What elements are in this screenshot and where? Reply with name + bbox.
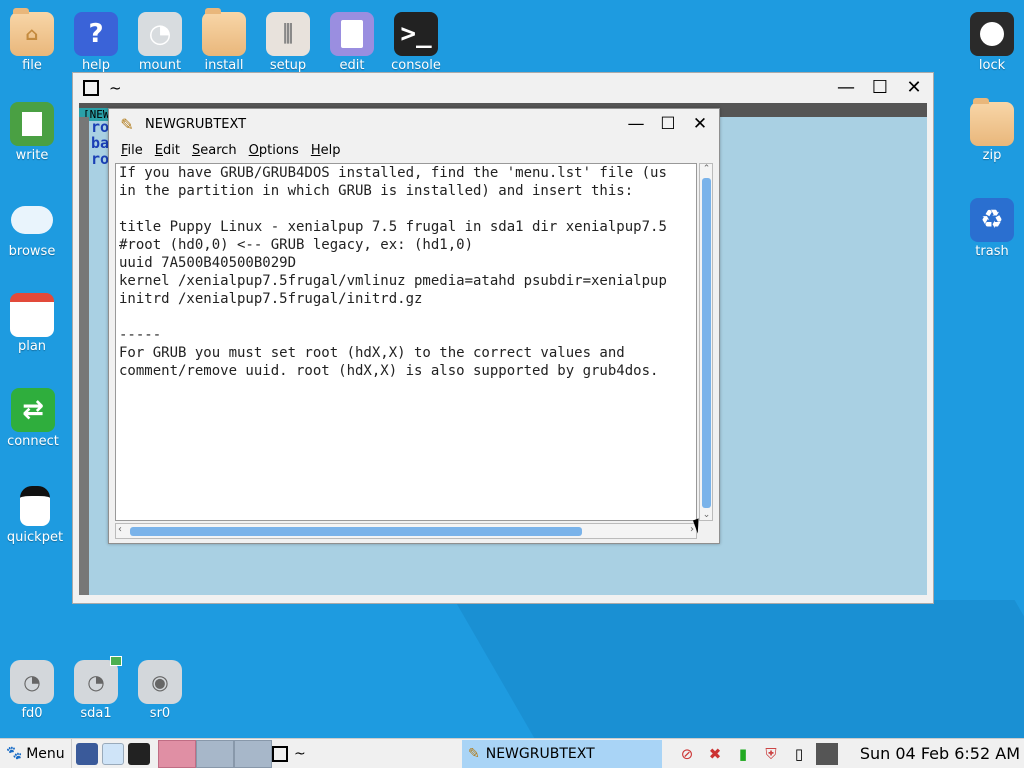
quicklaunch-filemanager-icon[interactable] bbox=[75, 742, 98, 765]
maximize-button[interactable]: ☐ bbox=[871, 79, 889, 97]
close-button[interactable]: ✕ bbox=[905, 79, 923, 97]
window-icon bbox=[272, 745, 288, 762]
scroll-up-icon[interactable]: ⌃ bbox=[701, 164, 712, 174]
editor-close-button[interactable]: ✕ bbox=[691, 114, 709, 134]
desktop-icon-console[interactable]: >_ console bbox=[385, 12, 447, 73]
desktop-icon-help[interactable]: ? help bbox=[65, 12, 127, 73]
lock-icon bbox=[970, 12, 1014, 56]
terminal-line: ba bbox=[91, 134, 110, 152]
desktop-drive-sr0[interactable]: ◉ sr0 bbox=[129, 660, 191, 721]
vertical-scrollbar[interactable]: ⌃ ⌄ bbox=[699, 163, 713, 521]
desktop-icon-trash[interactable]: ♻ trash bbox=[961, 198, 1023, 259]
scroll-right-icon[interactable]: › bbox=[690, 524, 694, 535]
pen-icon: ✎ bbox=[120, 114, 134, 134]
storage-icon[interactable]: ▮ bbox=[732, 743, 754, 765]
desktop-icon-install[interactable]: install bbox=[193, 8, 255, 73]
network-disconnected-icon[interactable]: ✖ bbox=[704, 743, 726, 765]
desktop-icon-mount[interactable]: ◔ mount bbox=[129, 12, 191, 73]
terminal-leftbar bbox=[79, 117, 89, 595]
terminal-icon: >_ bbox=[394, 12, 438, 56]
editor-minimize-button[interactable]: — bbox=[627, 114, 645, 134]
desktop-pager-1[interactable] bbox=[157, 739, 196, 768]
firewall-shield-icon[interactable]: ⛨ bbox=[760, 743, 782, 765]
question-icon: ? bbox=[74, 12, 118, 56]
scroll-left-icon[interactable]: ‹ bbox=[118, 524, 122, 535]
desktop-drive-fd0[interactable]: ◔ fd0 bbox=[1, 660, 63, 721]
volume-muted-icon[interactable]: ⊘ bbox=[676, 743, 698, 765]
horizontal-scroll-thumb[interactable] bbox=[130, 527, 582, 536]
optical-drive-icon: ◉ bbox=[138, 660, 182, 704]
cloud-icon bbox=[10, 198, 54, 242]
editor-menubar: File Edit Search Options Help bbox=[109, 139, 719, 161]
drive-icon: ◔ bbox=[138, 12, 182, 56]
clock[interactable]: Sun 04 Feb 6:52 AM bbox=[860, 744, 1020, 763]
quicklaunch-terminal-icon[interactable] bbox=[127, 742, 150, 765]
dog-icon bbox=[13, 484, 57, 528]
calendar-icon: 12 bbox=[10, 293, 54, 337]
desktop-icon-plan[interactable]: 12 plan bbox=[1, 293, 63, 354]
cpu-monitor-icon[interactable] bbox=[816, 742, 838, 765]
menu-help[interactable]: Help bbox=[305, 143, 347, 158]
puppy-logo-icon: 🐾 bbox=[6, 746, 23, 761]
text-editor-icon bbox=[330, 12, 374, 56]
window-icon bbox=[83, 80, 99, 96]
desktop-icon-zip[interactable]: zip bbox=[961, 98, 1023, 163]
start-menu-button[interactable]: 🐾 Menu bbox=[0, 738, 72, 768]
clipboard-icon[interactable]: ▯ bbox=[788, 743, 810, 765]
floppy-drive-icon: ◔ bbox=[10, 660, 54, 704]
editor-titlebar[interactable]: ✎ NEWGRUBTEXT — ☐ ✕ bbox=[109, 109, 719, 139]
desktop-icon-setup[interactable]: ⫼ setup bbox=[257, 12, 319, 73]
desktop-wallpaper-shape bbox=[454, 600, 1024, 740]
terminal-line: ro bbox=[91, 118, 110, 136]
terminal-line: ro bbox=[91, 150, 110, 168]
terminal-title: ~ bbox=[109, 79, 122, 97]
desktop-icon-edit[interactable]: edit bbox=[321, 12, 383, 73]
desktop-pager-2[interactable] bbox=[195, 739, 234, 768]
menu-search[interactable]: Search bbox=[186, 143, 243, 158]
hard-drive-icon: ◔ bbox=[74, 656, 122, 704]
box-icon bbox=[202, 8, 246, 56]
quicklaunch-browser-icon[interactable] bbox=[101, 742, 124, 765]
minimize-button[interactable]: — bbox=[837, 79, 855, 97]
editor-window[interactable]: ✎ NEWGRUBTEXT — ☐ ✕ File Edit Search Opt… bbox=[108, 108, 720, 544]
horizontal-scrollbar[interactable]: ‹ › bbox=[115, 523, 697, 539]
vertical-scroll-thumb[interactable] bbox=[702, 178, 711, 508]
sliders-icon: ⫼ bbox=[266, 12, 310, 56]
menu-options[interactable]: Options bbox=[243, 143, 305, 158]
menu-file[interactable]: File bbox=[115, 143, 149, 158]
desktop-drive-sda1[interactable]: ◔ sda1 bbox=[65, 656, 127, 721]
mounted-badge-icon bbox=[110, 656, 122, 666]
taskbar-item-terminal[interactable]: ~ bbox=[266, 740, 462, 768]
desktop-icon-quickpet[interactable]: quickpet bbox=[4, 484, 66, 545]
recycle-icon: ♻ bbox=[970, 198, 1014, 242]
pen-icon: ✎ bbox=[468, 745, 480, 762]
taskbar-item-editor[interactable]: ✎ NEWGRUBTEXT bbox=[462, 739, 662, 768]
terminal-titlebar[interactable]: ~ — ☐ ✕ bbox=[73, 73, 933, 103]
archive-icon bbox=[970, 98, 1014, 146]
desktop-icon-lock[interactable]: lock bbox=[961, 12, 1023, 73]
menu-edit[interactable]: Edit bbox=[149, 143, 186, 158]
desktop-icon-connect[interactable]: ⇄ connect bbox=[2, 388, 64, 449]
desktop-icon-browse[interactable]: browse bbox=[1, 198, 63, 259]
editor-text-area[interactable]: If you have GRUB/GRUB4DOS installed, fin… bbox=[115, 163, 697, 521]
editor-title: NEWGRUBTEXT bbox=[145, 116, 247, 132]
arrows-icon: ⇄ bbox=[11, 388, 55, 432]
document-icon bbox=[10, 102, 54, 146]
start-menu-label: Menu bbox=[26, 745, 65, 762]
desktop-icon-write[interactable]: write bbox=[1, 102, 63, 163]
taskbar: 🐾 Menu ~ ✎ NEWGRUBTEXT ⊘ ✖ ▮ ⛨ ▯ Sun 04 … bbox=[0, 738, 1024, 768]
editor-maximize-button[interactable]: ☐ bbox=[659, 114, 677, 134]
desktop-icon-file[interactable]: ⌂ file bbox=[1, 8, 63, 73]
home-folder-icon: ⌂ bbox=[10, 8, 54, 56]
